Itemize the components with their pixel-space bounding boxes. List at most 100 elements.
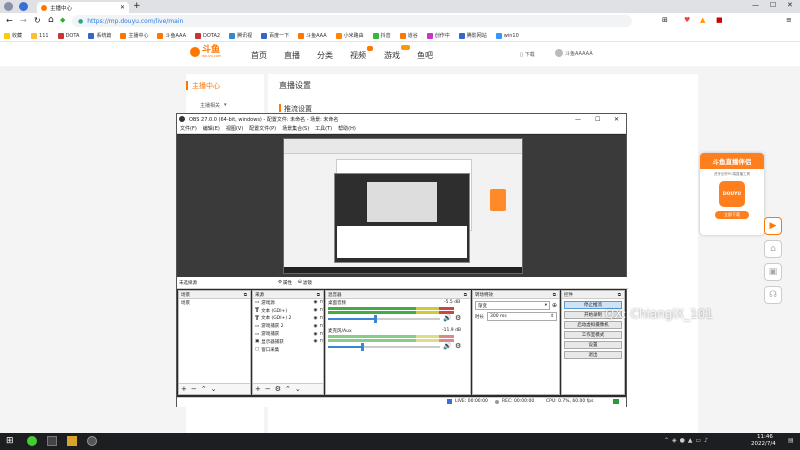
speaker-icon[interactable]: 🔊: [443, 342, 452, 350]
bookmark-item[interactable]: DOTA2: [195, 32, 220, 39]
bookmark-item[interactable]: 道谷: [399, 32, 418, 39]
bookmark-item[interactable]: 111: [31, 32, 49, 39]
menu-help[interactable]: 帮助(H): [338, 125, 356, 132]
settings-button[interactable]: 设置: [564, 341, 622, 349]
nav-live[interactable]: 直播: [284, 50, 300, 61]
bookmark-item[interactable]: 斗鱼AAA: [157, 32, 186, 39]
obs-close-button[interactable]: ✕: [614, 116, 619, 123]
promo-card[interactable]: 斗鱼直播伴侣 虎牙创作PC端直播工具 DOUYU 立即下载: [700, 153, 764, 235]
promo-download-button[interactable]: 立即下载: [715, 211, 749, 219]
volume-slider-knob[interactable]: [360, 343, 364, 351]
menu-scene-collection[interactable]: 场景集合(S): [282, 125, 309, 132]
add-icon[interactable]: +: [255, 385, 261, 393]
taskbar-obs-icon[interactable]: [87, 436, 97, 446]
gear-icon[interactable]: ⚙: [455, 314, 461, 322]
reload-icon[interactable]: ↻: [34, 16, 41, 25]
nav-category[interactable]: 分类: [317, 50, 333, 61]
close-tab-icon[interactable]: ✕: [120, 4, 125, 11]
eye-icon[interactable]: ◉: [314, 332, 318, 337]
source-item[interactable]: T 文本 (GDI+) ◉ ⊓: [253, 307, 323, 315]
download-link[interactable]: ▯ 下载: [520, 51, 535, 59]
clock-time[interactable]: 11:46: [757, 434, 773, 440]
taskbar-app-icon[interactable]: [67, 436, 77, 446]
duration-input[interactable]: 300 ms ⇕: [487, 312, 557, 321]
bookmark-item[interactable]: 腾影网站: [458, 32, 487, 39]
menu-edit[interactable]: 编辑(E): [203, 125, 220, 132]
lock-icon[interactable]: ⊓: [319, 332, 323, 337]
source-item[interactable]: ▢ 窗口采集: [253, 346, 323, 354]
up-icon[interactable]: ⌃: [201, 385, 207, 393]
up-icon[interactable]: ⌃: [285, 385, 291, 393]
home-side-button[interactable]: ⌂: [764, 240, 782, 258]
bookmark-item[interactable]: 收藏: [4, 32, 22, 39]
eye-icon[interactable]: ◉: [314, 300, 318, 305]
ext-icon-2[interactable]: ♥: [684, 16, 690, 24]
add-icon[interactable]: +: [181, 385, 187, 393]
profile-avatar[interactable]: [4, 2, 13, 11]
ext-icon-4[interactable]: ■: [716, 16, 723, 24]
menu-view[interactable]: 视图(V): [226, 125, 243, 132]
nav-home[interactable]: 首页: [251, 50, 267, 61]
pin-icon[interactable]: ⧉: [464, 292, 467, 298]
ext-icon-1[interactable]: ⊞: [662, 16, 668, 24]
douyu-logo[interactable]: 斗鱼 douyu.com: [190, 46, 221, 59]
source-item[interactable]: ▭ 游戏捕获 2 ◉ ⊓: [253, 322, 323, 330]
bookmark-item[interactable]: 百度一下: [261, 32, 289, 39]
lock-icon[interactable]: ⊓: [319, 316, 323, 321]
remove-icon[interactable]: −: [265, 385, 271, 393]
bookmark-item[interactable]: 斗鱼AAA: [298, 32, 327, 39]
address-bar[interactable]: ● https://mp.douyu.com/live/main: [72, 15, 632, 27]
exit-button[interactable]: 退出: [564, 351, 622, 359]
gear-icon[interactable]: ⚙: [455, 342, 461, 350]
virtual-camera-button[interactable]: 启动虚拟摄像机: [564, 321, 622, 329]
lock-icon[interactable]: ⊓: [319, 300, 323, 305]
add-icon[interactable]: ⊕: [552, 302, 557, 309]
play-side-button[interactable]: ▶: [764, 217, 782, 235]
pin-icon[interactable]: ⧉: [244, 292, 247, 298]
bookmark-item[interactable]: 小米路由: [335, 32, 364, 39]
preview-canvas[interactable]: [177, 135, 626, 277]
home-icon[interactable]: ⌂: [48, 15, 54, 25]
new-tab-button[interactable]: +: [133, 1, 141, 11]
studio-mode-button[interactable]: 工作室模式: [564, 331, 622, 339]
sidebar-item[interactable]: 主播相关 ▾: [200, 102, 227, 109]
speaker-icon[interactable]: 🔊: [443, 314, 452, 322]
transition-select[interactable]: 渐变 ▾: [475, 301, 550, 310]
minimize-button[interactable]: —: [752, 1, 759, 9]
forward-icon[interactable]: →: [20, 16, 27, 25]
bookmark-item[interactable]: 创作中: [426, 32, 450, 39]
eye-icon[interactable]: ◉: [314, 339, 318, 344]
maximize-button[interactable]: ☐: [770, 1, 776, 9]
bookmark-item[interactable]: 系统篇: [88, 32, 111, 39]
eye-icon[interactable]: ◉: [314, 308, 318, 313]
pin-icon[interactable]: ⧉: [618, 292, 621, 298]
menu-file[interactable]: 文件(F): [180, 125, 197, 132]
scene-item[interactable]: 场景: [179, 299, 250, 307]
obs-maximize-button[interactable]: ☐: [595, 116, 600, 123]
bookmark-item[interactable]: 抖音: [372, 32, 391, 39]
clock-date[interactable]: 2022/7/4: [751, 441, 776, 447]
app-side-button[interactable]: ▣: [764, 263, 782, 281]
menu-tools[interactable]: 工具(T): [315, 125, 332, 132]
menu-profile[interactable]: 配置文件(P): [249, 125, 276, 132]
tab-main[interactable]: 主播中心 ✕: [37, 2, 129, 13]
source-item[interactable]: ▣ 显示器捕获 ◉ ⊓: [253, 338, 323, 346]
gear-icon[interactable]: ⚙: [275, 385, 281, 393]
lock-icon[interactable]: ⊓: [319, 324, 323, 329]
taskbar-app-icon[interactable]: [47, 436, 57, 446]
sidebar-title[interactable]: 主播中心: [192, 81, 220, 91]
down-icon[interactable]: ⌄: [211, 385, 217, 393]
close-button[interactable]: ✕: [787, 1, 793, 9]
back-icon[interactable]: ←: [6, 16, 13, 25]
eye-icon[interactable]: ◉: [314, 324, 318, 329]
user-menu[interactable]: 斗鱼AAAAA: [555, 49, 593, 57]
volume-slider-knob[interactable]: [374, 315, 378, 323]
eye-icon[interactable]: ◉: [314, 316, 318, 321]
remove-icon[interactable]: −: [191, 385, 197, 393]
bookmark-item[interactable]: DOTA: [57, 32, 79, 39]
obs-minimize-button[interactable]: —: [575, 116, 581, 123]
shield-icon[interactable]: ◆: [60, 16, 65, 24]
nav-video[interactable]: 视频: [350, 50, 366, 61]
headset-side-button[interactable]: ☊: [764, 286, 782, 304]
bookmark-item[interactable]: win10: [495, 32, 519, 39]
